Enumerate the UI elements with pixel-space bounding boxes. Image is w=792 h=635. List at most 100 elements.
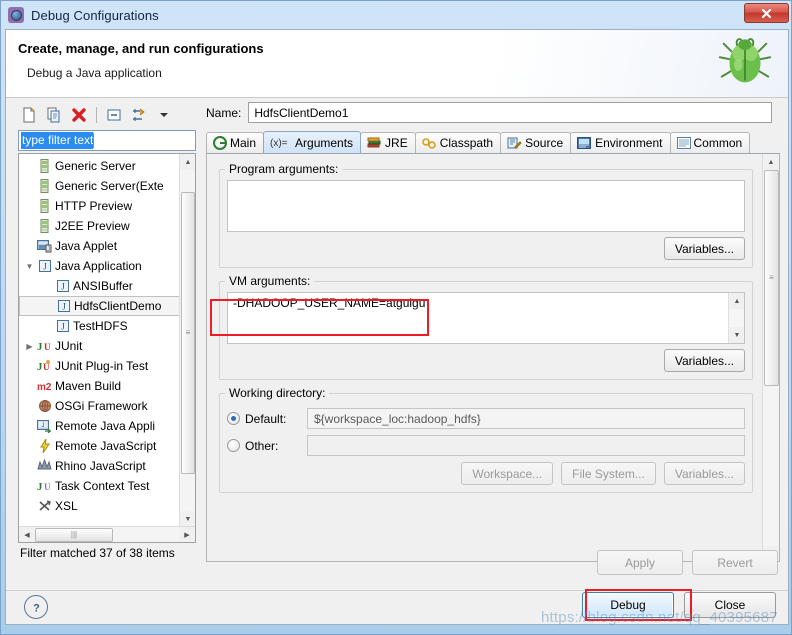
page-subtitle: Debug a Java application — [27, 66, 162, 80]
expand-twisty-closed-icon[interactable]: ▶ — [23, 342, 36, 351]
scroll-right-arrow[interactable]: ▶ — [179, 526, 195, 542]
expand-twisty-open-icon[interactable]: ▼ — [23, 262, 36, 271]
tree-item-label: Remote JavaScript — [55, 439, 157, 453]
tree-item-junit[interactable]: ▶ J U JUnit — [19, 336, 181, 356]
svg-text:U: U — [44, 482, 51, 492]
tree-item-java-applet[interactable]: J Java Applet — [19, 236, 181, 256]
vm-arguments-body: -DHADOOP_USER_NAME=atguigu ▲ ▼ Variables… — [219, 288, 753, 380]
debug-button[interactable]: Debug — [582, 592, 674, 618]
tree-item-maven-build[interactable]: m2 Maven Build — [19, 376, 181, 396]
revert-button[interactable]: Revert — [692, 550, 778, 575]
workspace-button[interactable]: Workspace... — [461, 462, 554, 485]
tree-item-generic-server-exte[interactable]: Generic Server(Exte — [19, 176, 181, 196]
close-button[interactable]: Close — [684, 592, 776, 618]
tab-source[interactable]: Source — [500, 132, 572, 153]
tree-vertical-scrollbar[interactable]: ▲ ≡ ▼ — [179, 154, 195, 527]
file-system-button[interactable]: File System... — [561, 462, 656, 485]
java-launch-icon: J — [55, 299, 72, 313]
environment-tab-icon — [577, 136, 592, 150]
filter-status-text: Filter matched 37 of 38 items — [20, 546, 175, 560]
program-arguments-textarea[interactable] — [227, 180, 745, 232]
scroll-left-arrow[interactable]: ◀ — [19, 526, 35, 542]
view-menu-button[interactable] — [153, 105, 175, 126]
tree-vertical-scroll-thumb[interactable]: ≡ — [181, 192, 195, 474]
dialog-body: Create, manage, and run configurations D… — [5, 29, 789, 625]
tab-label: Classpath — [439, 136, 494, 150]
tree-item-label: Remote Java Appli — [55, 419, 156, 433]
help-button[interactable]: ? — [24, 595, 48, 619]
scroll-up-arrow[interactable]: ▲ — [729, 293, 744, 309]
duplicate-configuration-button[interactable] — [43, 105, 65, 126]
vm-arguments-scrollbar[interactable]: ▲ ▼ — [728, 293, 744, 343]
java-launch-icon: J — [54, 279, 71, 293]
tree-item-rhino-javascript[interactable]: Rhino JavaScript — [19, 456, 181, 476]
tree-item-generic-server[interactable]: Generic Server — [19, 156, 181, 176]
tree-item-label: XSL — [55, 499, 78, 513]
tab-main[interactable]: Main — [206, 132, 265, 153]
window-title: Debug Configurations — [31, 7, 159, 23]
working-directory-default-input[interactable]: ${workspace_loc:hadoop_hdfs} — [307, 408, 745, 429]
tree-horizontal-scroll-thumb[interactable]: ||| — [35, 527, 113, 542]
close-icon — [761, 8, 772, 18]
configuration-name-input[interactable]: HdfsClientDemo1 — [248, 102, 773, 123]
tree-item-osgi-framework[interactable]: OSGi Framework — [19, 396, 181, 416]
tab-classpath[interactable]: Classpath — [414, 132, 502, 153]
tab-common[interactable]: Common — [669, 132, 751, 153]
tree-item-j2ee-preview[interactable]: J2EE Preview — [19, 216, 181, 236]
vm-arguments-label: VM arguments: — [225, 274, 315, 288]
configurations-tree[interactable]: Generic Server Generic Server(Exte HTTP Pr… — [18, 153, 196, 543]
working-directory-other-input[interactable] — [307, 435, 745, 456]
tab-content-vertical-scrollbar[interactable]: ▲ ≡ ▼ — [762, 154, 779, 561]
filter-input[interactable]: type filter text — [18, 130, 196, 151]
arguments-tab-icon: (x)= — [270, 136, 292, 149]
filter-arrows-icon — [133, 108, 145, 121]
program-arguments-label: Program arguments: — [225, 162, 343, 176]
tree-item-label: JUnit — [55, 339, 83, 353]
tree-horizontal-scrollbar[interactable]: ◀ ||| ▶ — [19, 526, 195, 542]
working-directory-default-row: Default: ${workspace_loc:hadoop_hdfs} — [227, 408, 745, 429]
vm-arguments-variables-button[interactable]: Variables... — [663, 349, 745, 372]
filter-configurations-button[interactable] — [128, 105, 150, 126]
working-directory-variables-button[interactable]: Variables... — [663, 462, 745, 485]
delete-configuration-button[interactable] — [68, 105, 90, 126]
tree-item-label: J2EE Preview — [55, 219, 130, 233]
tree-item-task-context-test[interactable]: J U Task Context Test — [19, 476, 181, 496]
tab-content-scroll-thumb[interactable]: ≡ — [764, 170, 779, 386]
server-icon — [36, 199, 53, 213]
vm-arguments-textarea[interactable]: -DHADOOP_USER_NAME=atguigu ▲ ▼ — [227, 292, 745, 344]
tab-jre[interactable]: JRE — [360, 132, 416, 153]
configuration-editor-panel: Name: HdfsClientDemo1 Main (x)= Arguments J… — [206, 102, 780, 590]
server-icon — [36, 179, 53, 193]
tree-item-java-application[interactable]: ▼ J Java Application — [19, 256, 181, 276]
scroll-up-arrow[interactable]: ▲ — [180, 154, 195, 170]
new-document-icon — [23, 107, 35, 123]
tree-item-ansibuffer[interactable]: J ANSIBuffer — [19, 276, 181, 296]
tree-item-remote-java-appli[interactable]: J Remote Java Appli — [19, 416, 181, 436]
apply-button[interactable]: Apply — [597, 550, 683, 575]
new-launch-configuration-button[interactable] — [18, 105, 40, 126]
tab-environment[interactable]: Environment — [570, 132, 671, 153]
scroll-up-arrow[interactable]: ▲ — [763, 154, 779, 170]
tree-item-xsl[interactable]: XSL — [19, 496, 181, 516]
tree-item-hdfsclientdemo[interactable]: J HdfsClientDemo — [19, 296, 181, 316]
working-directory-other-radio[interactable] — [227, 439, 240, 452]
tree-item-http-preview[interactable]: HTTP Preview — [19, 196, 181, 216]
working-directory-label: Working directory: — [225, 386, 330, 400]
scroll-down-arrow[interactable]: ▼ — [180, 511, 195, 527]
working-directory-default-radio[interactable] — [227, 412, 240, 425]
tab-arguments[interactable]: (x)= Arguments — [263, 131, 362, 153]
program-arguments-variables-button[interactable]: Variables... — [663, 237, 745, 260]
tree-item-remote-javascript[interactable]: Remote JavaScript — [19, 436, 181, 456]
tree-item-junit-plug-in-test[interactable]: J U JUnit Plug-in Test — [19, 356, 181, 376]
tree-item-testhdfs[interactable]: J TestHDFS — [19, 316, 181, 336]
svg-text:J: J — [62, 302, 66, 312]
copy-icon — [47, 107, 60, 123]
window-close-button[interactable] — [744, 3, 789, 23]
collapse-all-button[interactable] — [103, 105, 125, 126]
svg-text:J: J — [37, 341, 43, 353]
javascript-bolt-icon — [36, 439, 53, 453]
tree-item-label: Rhino JavaScript — [55, 459, 146, 473]
junit-icon: JU — [36, 339, 53, 353]
debug-config-icon — [8, 7, 24, 23]
scroll-down-arrow[interactable]: ▼ — [729, 327, 744, 343]
